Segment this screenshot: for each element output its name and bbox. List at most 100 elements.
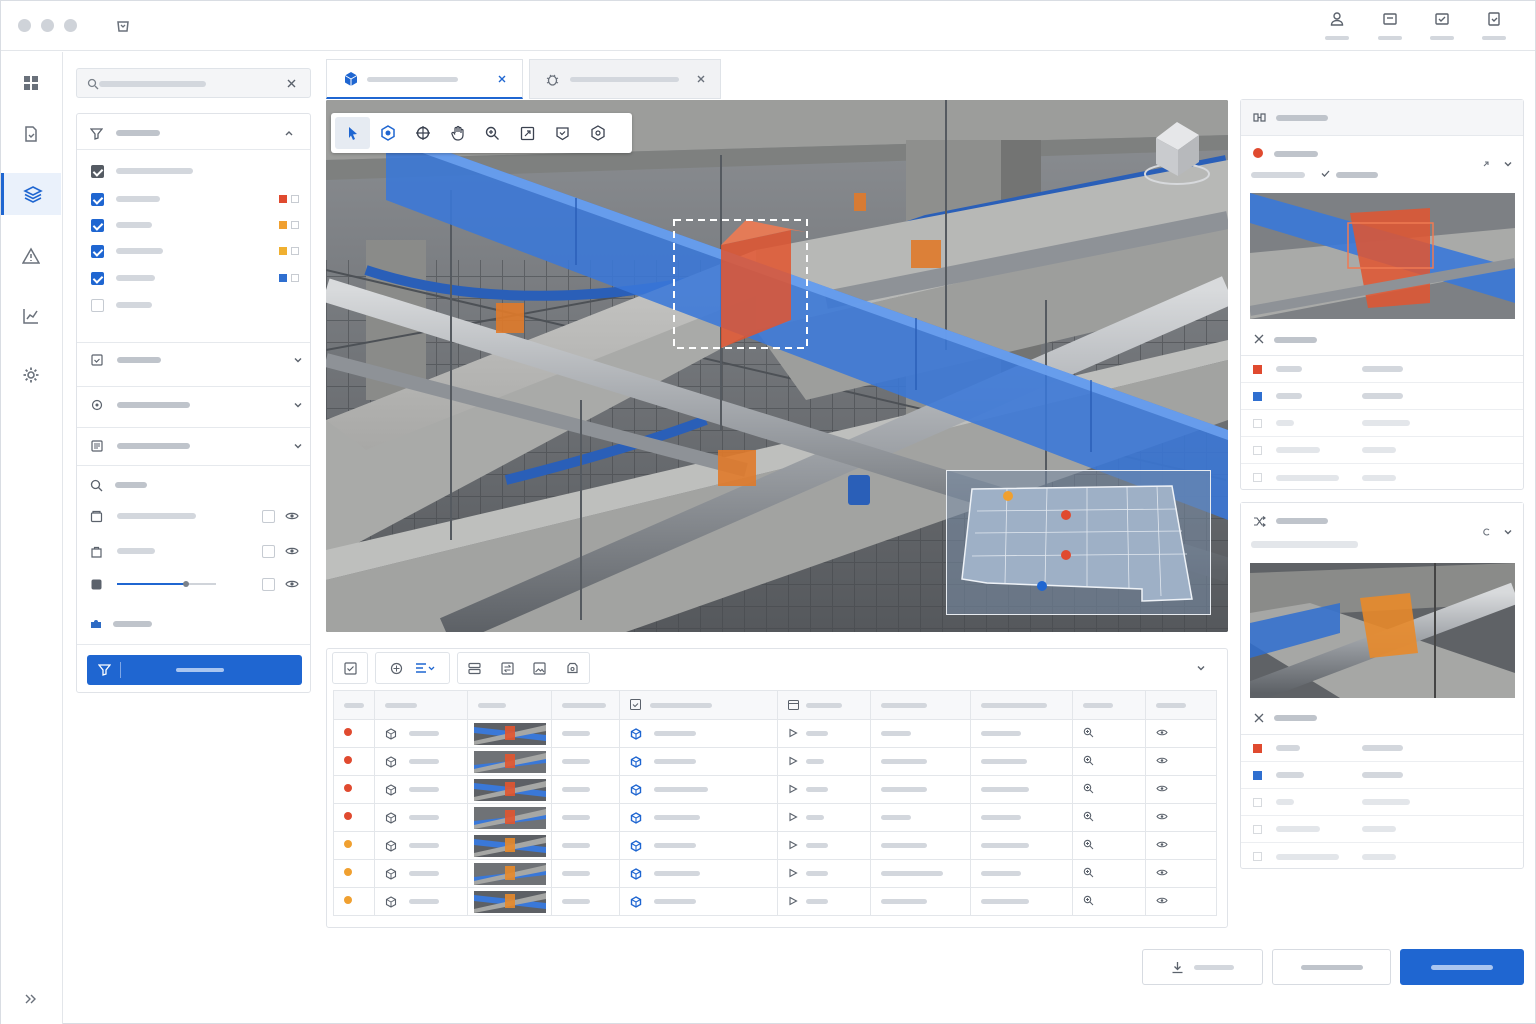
eye-icon[interactable] [285,579,299,589]
zoom-to-icon[interactable] [1083,755,1094,766]
table-row[interactable] [333,887,1217,916]
layer-toggle[interactable] [291,247,299,255]
table-row[interactable] [333,831,1217,860]
chevron-up-icon[interactable] [284,128,294,138]
column-header[interactable] [969,690,1073,720]
collapse-panel-icon[interactable] [1196,663,1206,673]
opacity-row[interactable] [77,575,310,593]
status-section-header[interactable] [77,350,310,370]
zoom-to-icon[interactable] [1083,895,1094,906]
zoom-to-icon[interactable] [1083,867,1094,878]
layer-checkbox[interactable] [91,218,104,232]
window-minimize-control[interactable] [41,19,54,32]
layer-checkbox[interactable] [91,271,104,285]
opacity-slider-handle[interactable] [183,581,190,587]
opacity-checkbox[interactable] [262,577,275,591]
eye-icon[interactable] [1156,868,1168,877]
swap-icon[interactable] [501,661,514,675]
rail-layers[interactable] [1,173,61,215]
layer-checkbox[interactable] [91,244,104,258]
select-all-checkbox[interactable] [91,164,104,178]
object-set-row[interactable] [77,507,310,525]
tool-zoom[interactable] [475,117,510,149]
column-header[interactable] [374,690,468,720]
tool-fit[interactable] [510,117,545,149]
zoom-to-icon[interactable] [1083,811,1094,822]
tool-pan[interactable] [440,117,475,149]
eye-icon[interactable] [1156,896,1168,905]
column-header[interactable] [1145,690,1217,720]
rail-dashboard[interactable] [1,62,61,104]
eye-icon[interactable] [1156,756,1168,765]
layer-search[interactable] [76,68,311,98]
layer-row[interactable] [77,297,310,313]
chevron-down-icon[interactable] [1503,159,1513,169]
tool-orbit[interactable] [370,117,405,149]
clash-thumbnail[interactable] [473,890,546,913]
clash-thumbnail[interactable] [473,722,546,745]
link-icon[interactable] [1483,528,1491,536]
rail-analytics[interactable] [1,295,61,337]
column-header[interactable] [777,690,871,720]
layer-checkbox[interactable] [91,298,104,312]
rows-icon[interactable] [468,662,481,675]
chevron-down-icon[interactable] [1503,527,1513,537]
clipboard-button[interactable] [1479,11,1509,43]
layer-toggle[interactable] [291,274,299,282]
eye-icon[interactable] [1156,728,1168,737]
object-set-checkbox[interactable] [262,509,275,523]
export-button[interactable] [1142,949,1263,985]
clash-preview-image[interactable] [1250,563,1515,698]
table-row[interactable] [333,775,1217,804]
layer-row[interactable] [77,243,310,259]
eye-icon[interactable] [1156,784,1168,793]
tool-isolate[interactable] [545,117,580,149]
window-maximize-control[interactable] [64,19,77,32]
tool-select[interactable] [335,117,370,149]
level-section-header[interactable] [77,436,310,456]
secondary-action-button[interactable] [1272,949,1391,985]
search-input[interactable] [99,81,206,87]
select-rows-button[interactable] [332,652,368,684]
close-icon[interactable] [497,74,507,84]
minimap[interactable] [946,470,1211,615]
layer-checkbox[interactable] [91,192,104,206]
layer-row[interactable] [77,191,310,207]
clash-thumbnail[interactable] [473,834,546,857]
model-viewport[interactable] [326,100,1228,632]
chevron-down-icon[interactable] [293,355,303,365]
column-header[interactable] [466,690,553,720]
layer-toggle[interactable] [291,195,299,203]
map-marker-warning[interactable] [1003,491,1013,501]
object-set-checkbox[interactable] [262,544,275,558]
map-marker-clash[interactable] [1061,510,1071,520]
rail-expand[interactable] [1,978,61,1020]
column-header[interactable] [870,690,971,720]
primary-action-button[interactable] [1400,949,1524,985]
clash-thumbnail[interactable] [473,750,546,773]
apply-filter-button[interactable] [87,655,302,685]
rail-documents[interactable] [1,113,61,155]
filter-section-header[interactable] [77,122,310,144]
column-header[interactable] [1071,690,1147,720]
pin-row[interactable] [77,615,310,633]
clash-thumbnail[interactable] [473,806,546,829]
group-sort-button[interactable] [375,652,450,684]
chevron-down-icon[interactable] [293,441,303,451]
zoom-to-icon[interactable] [1083,783,1094,794]
image-icon[interactable] [533,661,546,675]
eye-icon[interactable] [285,546,299,556]
clear-search-icon[interactable] [286,78,297,89]
close-icon[interactable] [696,74,706,84]
map-marker-camera[interactable] [1037,581,1047,591]
table-row[interactable] [333,747,1217,776]
tool-section[interactable] [405,117,440,149]
clash-thumbnail[interactable] [473,862,546,885]
report-button[interactable] [1427,11,1457,43]
map-marker-clash[interactable] [1061,550,1071,560]
table-row[interactable] [333,859,1217,888]
eye-icon[interactable] [285,511,299,521]
table-row[interactable] [333,719,1217,748]
column-header[interactable] [333,690,375,720]
layer-row[interactable] [77,270,310,286]
